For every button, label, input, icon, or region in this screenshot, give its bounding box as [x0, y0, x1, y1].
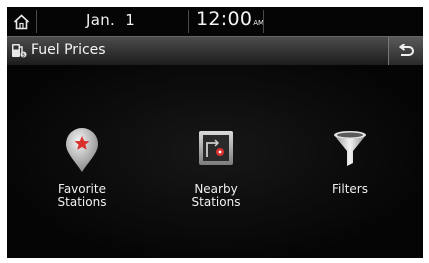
clock-time: 12:00 — [196, 8, 253, 30]
title-bar: $ Fuel Prices — [7, 36, 423, 66]
home-button[interactable] — [7, 7, 36, 36]
status-divider — [263, 10, 264, 33]
favorite-stations-button[interactable]: Favorite Stations — [27, 127, 137, 227]
filters-label: Filters — [295, 183, 405, 196]
star-pin-icon — [66, 128, 98, 172]
nearby-stations-label: Nearby Stations — [161, 183, 271, 209]
map-pin-icon — [199, 131, 233, 165]
label-line: Stations — [191, 195, 241, 209]
label-line: Stations — [57, 195, 107, 209]
nearby-stations-button[interactable]: Nearby Stations — [161, 127, 271, 227]
favorite-stations-label: Favorite Stations — [27, 183, 137, 209]
fuel-pump-icon: $ — [12, 44, 27, 59]
main-menu: Favorite Stations Nearby Stations Filter… — [7, 65, 423, 258]
page-title: Fuel Prices — [31, 42, 106, 58]
status-clock: 12:00AM — [196, 8, 264, 30]
back-button[interactable] — [388, 37, 423, 65]
back-arrow-icon — [398, 44, 414, 56]
status-divider — [188, 10, 189, 33]
status-bar: Jan. 1 12:00AM — [7, 7, 423, 36]
svg-text:$: $ — [22, 53, 25, 59]
head-unit-screen: Jan. 1 12:00AM $ Fuel Prices Favorite St… — [7, 7, 423, 258]
label-line: Filters — [332, 182, 368, 196]
filters-button[interactable]: Filters — [295, 127, 405, 227]
funnel-icon — [334, 131, 366, 166]
status-divider — [36, 10, 37, 33]
status-date: Jan. 1 — [86, 11, 136, 29]
home-icon — [13, 13, 30, 29]
